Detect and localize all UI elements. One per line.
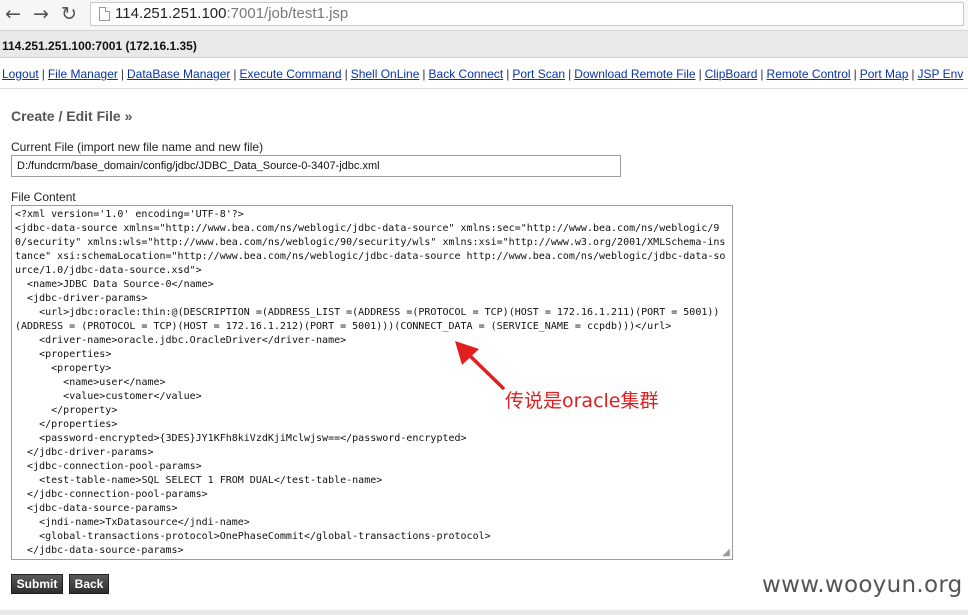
menu-separator: | [344,67,348,81]
back-button[interactable]: Back [69,574,109,594]
url-text: 114.251.251.100:7001/job/test1.jsp [115,5,348,22]
menu-divider [0,88,968,89]
menu-link-file-manager[interactable]: File Manager [48,67,118,81]
watermark: www.wooyun.org [762,572,963,598]
reload-icon[interactable]: ↻ [58,3,80,25]
menu-separator: | [760,67,764,81]
address-bar[interactable]: 114.251.251.100:7001/job/test1.jsp [90,2,964,26]
annotation-text: 传说是oracle集群 [505,390,659,412]
menu-separator: | [698,67,702,81]
menu-separator: | [120,67,124,81]
arrow-left-icon[interactable]: ← [2,3,24,25]
menu-link-port-map[interactable]: Port Map [860,67,909,81]
current-file-input[interactable] [11,155,621,177]
menu-separator: | [568,67,572,81]
file-content-textarea[interactable] [11,205,733,560]
page-icon [99,7,110,21]
current-file-label: Current File (import new file name and n… [11,140,264,154]
url-path: :7001/job/test1.jsp [226,5,349,22]
menu-link-execute-command[interactable]: Execute Command [240,67,342,81]
server-label: 114.251.251.100:7001 (172.16.1.35) [2,39,197,53]
bottom-strip [0,610,968,615]
submit-button[interactable]: Submit [11,574,63,594]
server-info-bar: 114.251.251.100:7001 (172.16.1.35) [0,31,968,58]
menu-separator: | [233,67,237,81]
menu-link-download-remote-file[interactable]: Download Remote File [574,67,695,81]
resize-grip-icon[interactable]: ◢ [720,547,732,559]
arrow-right-icon[interactable]: → [30,3,52,25]
menu-link-database-manager[interactable]: DataBase Manager [127,67,230,81]
page-title: Create / Edit File » [11,108,133,124]
browser-toolbar: ← → ↻ 114.251.251.100:7001/job/test1.jsp [0,0,968,31]
menu-link-port-scan[interactable]: Port Scan [512,67,565,81]
main-menu: Logout | File Manager | DataBase Manager | Exe… [2,67,968,81]
menu-separator: | [41,67,45,81]
menu-link-remote-control[interactable]: Remote Control [767,67,851,81]
menu-link-jsp-env[interactable]: JSP Env [918,67,964,81]
menu-link-back-connect[interactable]: Back Connect [429,67,504,81]
menu-link-clipboard[interactable]: ClipBoard [705,67,758,81]
menu-link-logout[interactable]: Logout [2,67,39,81]
menu-separator: | [422,67,426,81]
file-content-label: File Content [11,190,76,204]
menu-separator: | [853,67,857,81]
menu-separator: | [506,67,510,81]
url-host: 114.251.251.100 [115,5,227,22]
menu-separator: | [911,67,915,81]
menu-link-shell-online[interactable]: Shell OnLine [351,67,420,81]
